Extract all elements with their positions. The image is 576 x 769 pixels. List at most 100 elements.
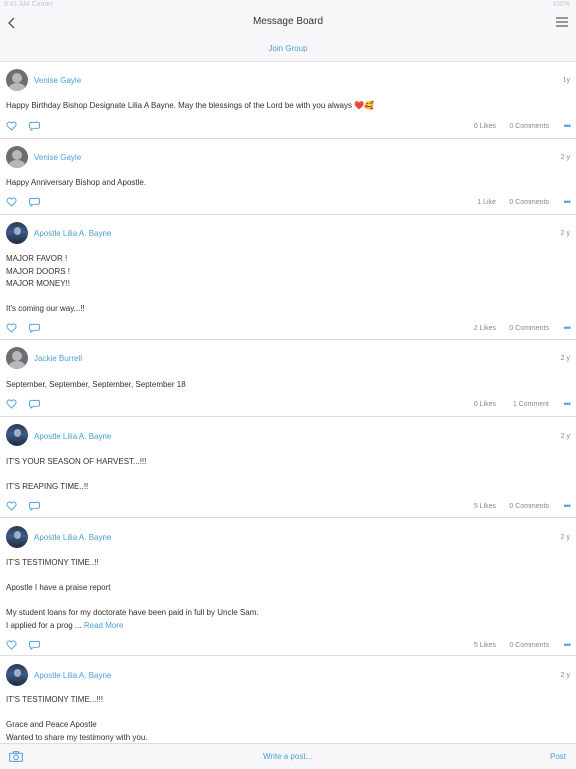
status-right: 100% xyxy=(552,1,570,8)
post: Apostle Lilia A. Bayne 2 y IT'S TESTIMON… xyxy=(0,655,576,743)
comment-bubble-icon[interactable] xyxy=(29,197,40,207)
post: Jackie Burrell 2 y September, September,… xyxy=(0,339,576,417)
post-line: MAJOR MONEY!! xyxy=(6,279,71,288)
post-body: September, September, September, Septemb… xyxy=(6,379,570,392)
comments-count[interactable]: 0 Comments xyxy=(502,642,549,649)
post-body: IT'S TESTIMONY TIME...!!! Grace and Peac… xyxy=(6,694,570,743)
post: Venise Gayle 1y Happy Birthday Bishop De… xyxy=(0,62,576,139)
post-body: MAJOR FAVOR ! MAJOR DOORS ! MAJOR MONEY!… xyxy=(6,253,570,316)
status-bar: 9:41 AM Carrier 100% xyxy=(0,0,576,10)
comment-bubble-icon[interactable] xyxy=(29,121,40,131)
comment-bubble-icon[interactable] xyxy=(29,640,40,650)
comments-count[interactable]: 0 Comments xyxy=(502,123,549,130)
likes-count[interactable]: 0 Likes xyxy=(400,401,496,408)
post-author[interactable]: Venise Gayle xyxy=(34,153,81,162)
comment-bubble-icon[interactable] xyxy=(29,323,40,333)
post-line: IT'S REAPING TIME..!! xyxy=(6,482,89,491)
avatar[interactable] xyxy=(6,664,28,686)
join-group-button[interactable]: Join Group xyxy=(0,36,576,62)
post-age: 2 y xyxy=(560,355,570,362)
comments-count[interactable]: 1 Comment xyxy=(502,401,549,408)
avatar[interactable] xyxy=(6,222,28,244)
more-options-button[interactable]: ••• xyxy=(564,122,572,131)
post-line: Grace and Peace Apostle xyxy=(6,720,97,729)
more-options-button[interactable]: ••• xyxy=(564,400,572,409)
comments-count[interactable]: 0 Comments xyxy=(502,199,549,206)
likes-count[interactable]: 5 Likes xyxy=(400,503,496,510)
post-line: Wanted to share my testimony with you. xyxy=(6,732,148,742)
likes-count[interactable]: 0 Likes xyxy=(400,123,496,130)
camera-icon[interactable] xyxy=(9,751,23,762)
heart-icon[interactable] xyxy=(6,121,17,131)
post-line: Apostle I have a praise report xyxy=(6,583,111,592)
post-line: IT'S YOUR SEASON OF HARVEST...!!! xyxy=(6,457,147,466)
post-line xyxy=(6,570,570,583)
navigation-bar: Message Board xyxy=(0,10,576,36)
post-author[interactable]: Jackie Burrell xyxy=(34,354,82,363)
comment-bubble-icon[interactable] xyxy=(29,501,40,511)
heart-icon[interactable] xyxy=(6,399,17,409)
hamburger-menu-icon[interactable] xyxy=(556,17,568,27)
avatar[interactable] xyxy=(6,526,28,548)
post: Apostle Lilia A. Bayne 2 y MAJOR FAVOR !… xyxy=(0,214,576,340)
compose-bar: Write a post... Post xyxy=(0,743,576,769)
avatar[interactable] xyxy=(6,69,28,91)
likes-count[interactable]: 5 Likes xyxy=(400,642,496,649)
post-age: 1y xyxy=(562,77,570,84)
heart-icon[interactable] xyxy=(6,640,17,650)
page-title: Message Board xyxy=(252,16,324,27)
post-author[interactable]: Venise Gayle xyxy=(34,76,81,85)
post-body: Happy Birthday Bishop Designate Lilia A … xyxy=(6,100,570,113)
post-age: 2 y xyxy=(560,672,570,679)
post-line: IT'S TESTIMONY TIME...!!! xyxy=(6,695,104,704)
post-line: MAJOR DOORS ! xyxy=(6,266,71,276)
post-line: Happy Anniversary Bishop and Apostle. xyxy=(6,178,147,187)
post-line: MAJOR FAVOR ! xyxy=(6,254,68,263)
more-options-button[interactable]: ••• xyxy=(564,641,572,650)
post-age: 2 y xyxy=(560,230,570,237)
post-line: September, September, September, Septemb… xyxy=(6,380,186,389)
avatar[interactable] xyxy=(6,146,28,168)
post-line: It's coming our way...!! xyxy=(6,304,85,313)
comments-count[interactable]: 0 Comments xyxy=(502,325,549,332)
post: Apostle Lilia A. Bayne 2 y IT'S YOUR SEA… xyxy=(0,416,576,518)
post-age: 2 y xyxy=(560,433,570,440)
post-age: 2 y xyxy=(560,154,570,161)
post-line: I applied for a prog ... xyxy=(6,620,82,630)
more-options-button[interactable]: ••• xyxy=(564,324,572,333)
comments-count[interactable]: 0 Comments xyxy=(502,503,549,510)
more-options-button[interactable]: ••• xyxy=(564,502,572,511)
avatar[interactable] xyxy=(6,347,28,369)
post-line xyxy=(6,291,570,304)
post-emoji: ❤️🥰 xyxy=(354,101,375,110)
post-line: Happy Birthday Bishop Designate Lilia A … xyxy=(6,101,352,110)
post-author[interactable]: Apostle Lilia A. Bayne xyxy=(34,229,111,238)
post-line xyxy=(6,595,570,608)
likes-count[interactable]: 2 Likes xyxy=(400,325,496,332)
post-author[interactable]: Apostle Lilia A. Bayne xyxy=(34,671,111,680)
heart-icon[interactable] xyxy=(6,197,17,207)
heart-icon[interactable] xyxy=(6,323,17,333)
post: Venise Gayle 2 y Happy Anniversary Bisho… xyxy=(0,138,576,215)
read-more-link[interactable]: Read More xyxy=(84,621,124,630)
post-body: IT'S TESTIMONY TIME..!! Apostle I have a… xyxy=(6,557,570,632)
comment-bubble-icon[interactable] xyxy=(29,399,40,409)
post-line: IT'S TESTIMONY TIME..!! xyxy=(6,558,99,567)
post-age: 2 y xyxy=(560,534,570,541)
post-author[interactable]: Apostle Lilia A. Bayne xyxy=(34,533,111,542)
post-author[interactable]: Apostle Lilia A. Bayne xyxy=(34,432,111,441)
more-options-button[interactable]: ••• xyxy=(564,198,572,207)
heart-icon[interactable] xyxy=(6,501,17,511)
message-feed[interactable]: Venise Gayle 1y Happy Birthday Bishop De… xyxy=(0,62,576,743)
post-button[interactable]: Post xyxy=(550,752,566,761)
post-line xyxy=(6,469,570,482)
post-body: IT'S YOUR SEASON OF HARVEST...!!! IT'S R… xyxy=(6,456,570,494)
post-line: My student loans for my doctorate have b… xyxy=(6,608,259,617)
post-line xyxy=(6,707,570,720)
post: Apostle Lilia A. Bayne 2 y IT'S TESTIMON… xyxy=(0,517,576,656)
status-left: 9:41 AM Carrier xyxy=(4,1,54,8)
write-post-input[interactable]: Write a post... xyxy=(263,752,312,761)
avatar[interactable] xyxy=(6,424,28,446)
likes-count[interactable]: 1 Like xyxy=(400,199,496,206)
post-body: Happy Anniversary Bishop and Apostle. xyxy=(6,177,570,190)
